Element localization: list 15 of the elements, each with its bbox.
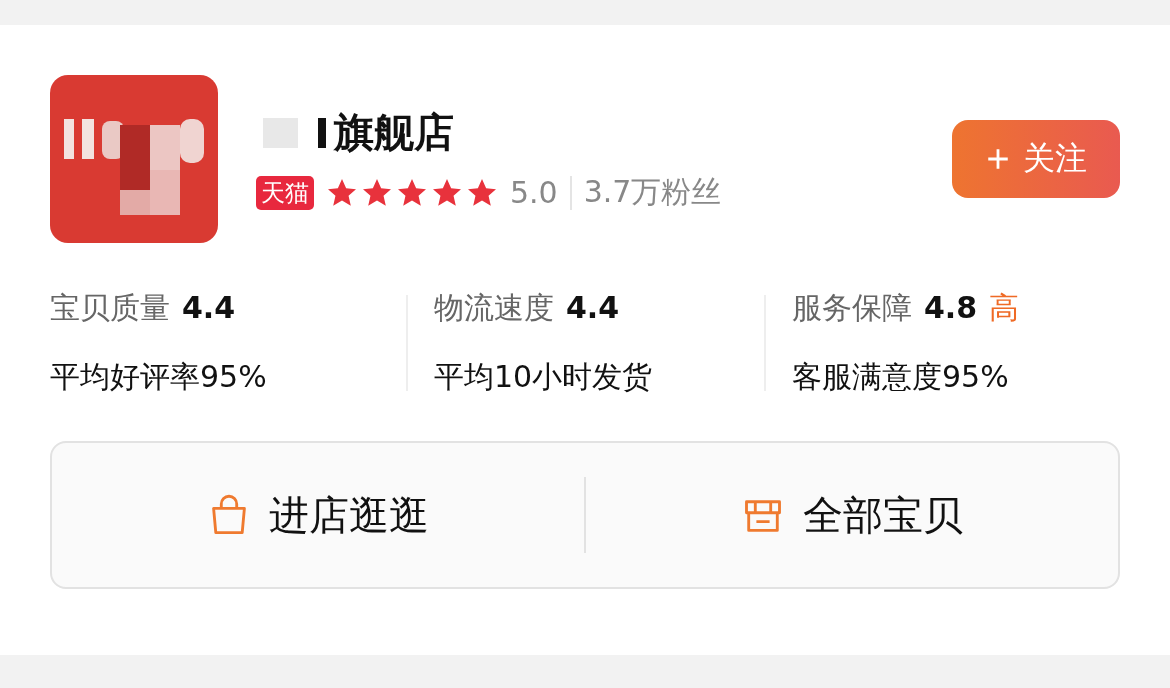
- plus-icon: [985, 146, 1011, 172]
- metric-label: 物流速度: [434, 289, 554, 327]
- metric-label: 宝贝质量: [50, 289, 170, 327]
- metric-label: 服务保障: [792, 289, 912, 327]
- metric-detail: 客服满意度95%: [792, 358, 1010, 396]
- metric-level: 高: [989, 289, 1020, 327]
- metric-score: 4.8: [924, 290, 978, 325]
- rating-score: 5.0: [510, 175, 558, 210]
- tmall-badge: 天猫: [256, 175, 314, 210]
- metric-score: 4.4: [182, 290, 236, 325]
- metric-detail: 平均10小时发货: [434, 358, 654, 396]
- metric-detail: 平均好评率95%: [50, 358, 268, 396]
- fans-count: 3.7万粉丝: [583, 173, 722, 211]
- shop-name: 旗舰店: [334, 108, 454, 157]
- metric-score: 4.4: [566, 290, 620, 325]
